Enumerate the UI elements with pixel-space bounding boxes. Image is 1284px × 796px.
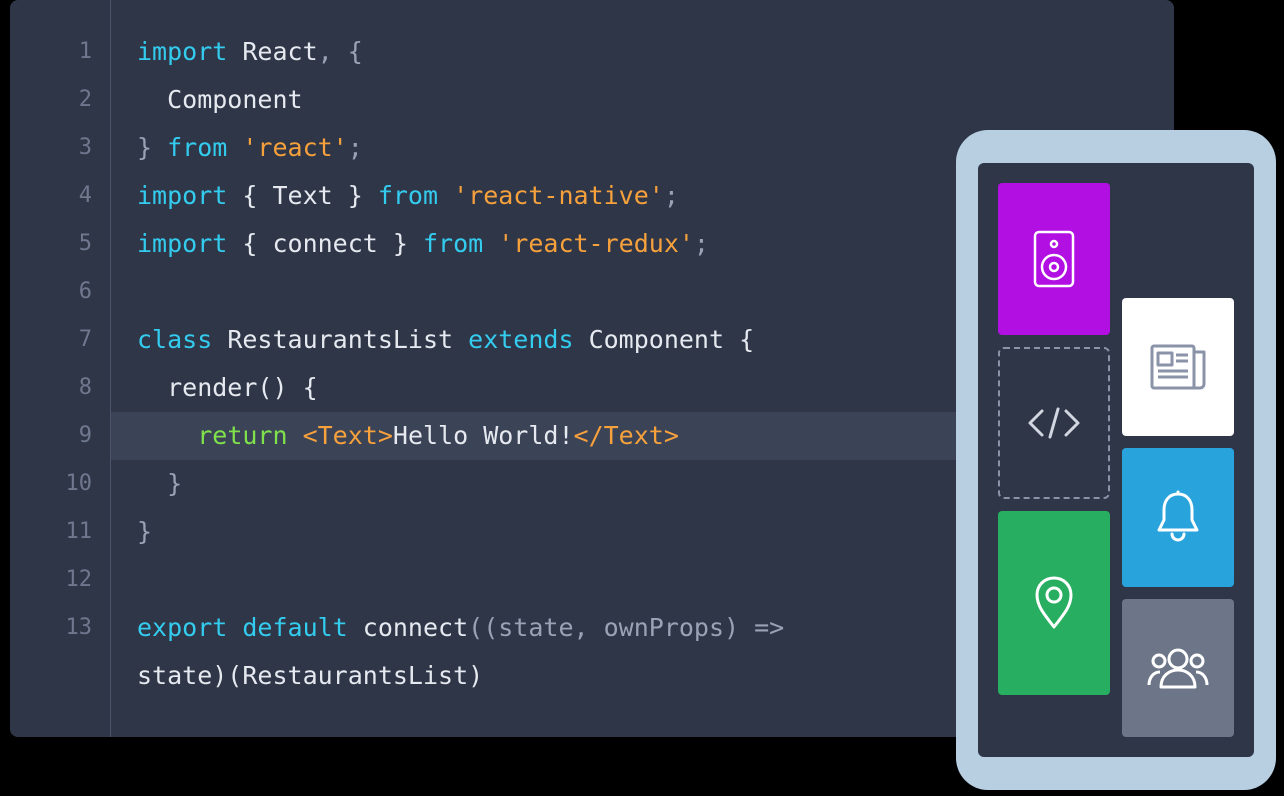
line-number-gutter: 1 2 3 4 5 6 7 8 9 10 11 12 13 [10, 0, 111, 737]
code-icon [1026, 405, 1082, 441]
line-number: 12 [10, 556, 110, 604]
phone-screen [978, 163, 1254, 757]
phone-mockup [956, 130, 1276, 790]
line-number: 5 [10, 220, 110, 268]
line-number: 3 [10, 124, 110, 172]
newspaper-icon [1149, 343, 1207, 391]
line-number: 8 [10, 364, 110, 412]
people-icon [1147, 646, 1209, 690]
tile-code-placeholder[interactable] [998, 347, 1110, 499]
line-number: 1 [10, 28, 110, 76]
line-number: 6 [10, 268, 110, 316]
line-number: 13 [10, 604, 110, 652]
code-line: Component [111, 76, 1174, 124]
tile-news[interactable] [1122, 298, 1234, 436]
phone-col-left [998, 183, 1110, 737]
code-line: import React, { [111, 28, 1174, 76]
line-number: 2 [10, 76, 110, 124]
line-number: 7 [10, 316, 110, 364]
tile-speaker[interactable] [998, 183, 1110, 335]
line-number: 10 [10, 460, 110, 508]
line-number: 4 [10, 172, 110, 220]
tile-people[interactable] [1122, 599, 1234, 737]
tile-location[interactable] [998, 511, 1110, 695]
phone-col-right [1122, 183, 1234, 737]
line-number [10, 652, 110, 700]
location-pin-icon [1034, 576, 1074, 630]
line-number: 9 [10, 412, 110, 460]
bell-icon [1154, 490, 1202, 544]
tile-notifications[interactable] [1122, 448, 1234, 586]
speaker-icon [1033, 230, 1075, 288]
line-number: 11 [10, 508, 110, 556]
